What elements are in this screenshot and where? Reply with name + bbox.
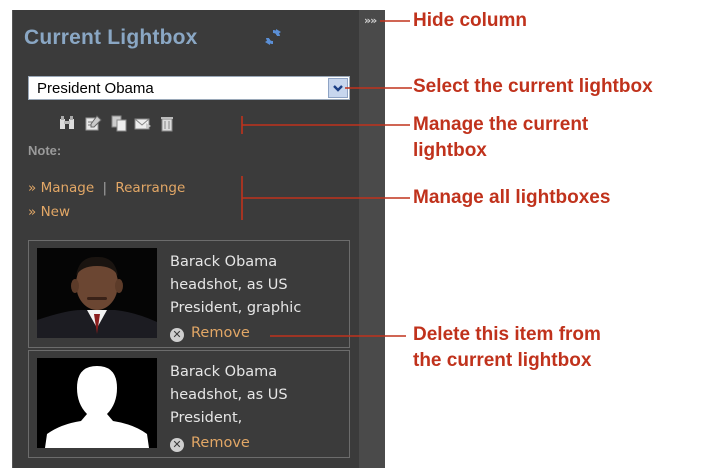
annotation-hide-column: Hide column	[413, 10, 528, 31]
annotation-delete-item-2: the current lightbox	[413, 350, 592, 371]
annotation-manage-all: Manage all lightboxes	[413, 187, 611, 208]
annotation-lines	[241, 20, 412, 337]
annotation-manage-current-2: lightbox	[413, 140, 487, 161]
annotation-delete-item-1: Delete this item from	[413, 324, 601, 345]
annotation-manage-current-1: Manage the current	[413, 114, 589, 135]
annotation-select-lightbox: Select the current lightbox	[413, 76, 653, 97]
